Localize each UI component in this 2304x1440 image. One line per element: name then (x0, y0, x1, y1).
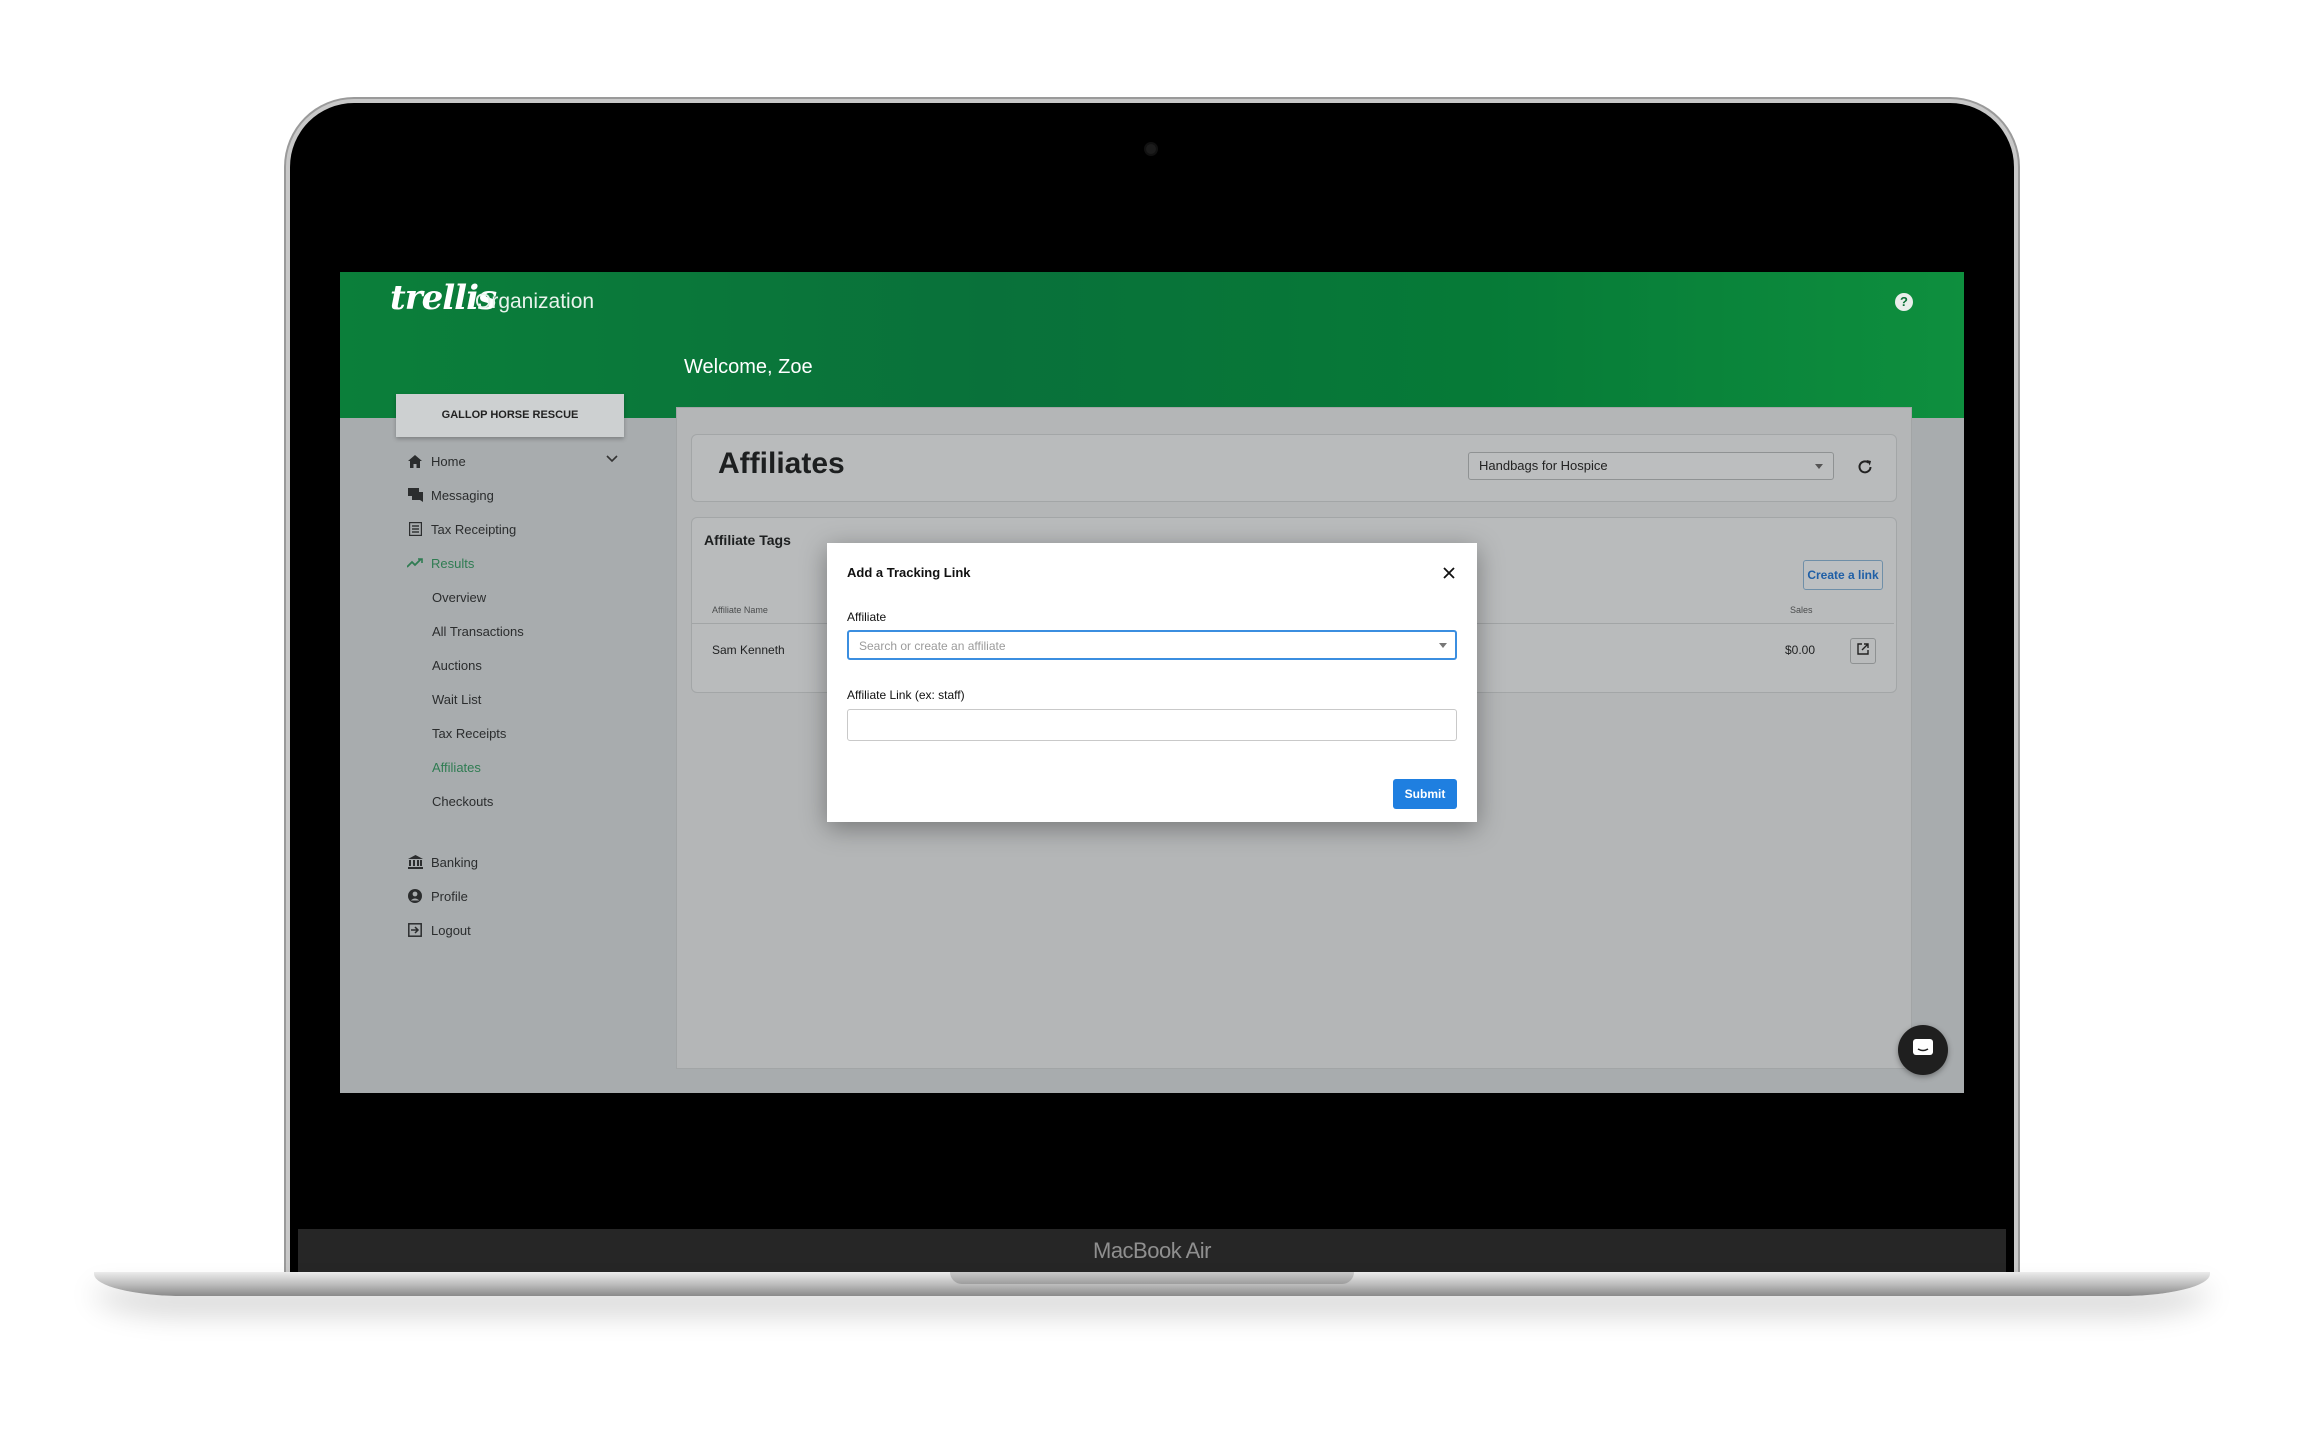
sidebar-item-results[interactable]: Results (406, 553, 474, 573)
home-icon (406, 452, 424, 470)
affiliate-search-input[interactable] (857, 633, 1421, 659)
sidebar-item-label: Profile (431, 888, 468, 904)
sidebar-item-messaging[interactable]: Messaging (406, 485, 494, 505)
sidebar-item-label: Banking (431, 854, 478, 870)
event-select-value: Handbags for Hospice (1479, 458, 1608, 473)
sidebar-item-label: Home (431, 453, 466, 469)
profile-icon (406, 887, 424, 905)
chat-launcher-button[interactable] (1898, 1025, 1948, 1075)
modal-title: Add a Tracking Link (847, 565, 971, 580)
sidebar-subitem-affiliates[interactable]: Affiliates (432, 760, 481, 775)
bank-icon (406, 853, 424, 871)
sidebar-item-banking[interactable]: Banking (406, 852, 478, 872)
chat-icon (1912, 1038, 1934, 1063)
sidebar-subitem-checkouts[interactable]: Checkouts (432, 794, 493, 809)
sidebar-item-logout[interactable]: Logout (406, 920, 471, 940)
create-link-button[interactable]: Create a link (1803, 560, 1883, 590)
sidebar-item-tax-receipting[interactable]: Tax Receipting (406, 519, 516, 539)
welcome-text: Welcome, Zoe (684, 356, 813, 378)
sidebar-subitem-overview[interactable]: Overview (432, 590, 486, 605)
external-link-icon (1857, 642, 1869, 660)
sidebar-item-home[interactable]: Home (406, 451, 466, 471)
column-header-sales: Sales (1790, 605, 1813, 615)
receipt-icon (406, 520, 424, 538)
sidebar-subitem-tax-receipts[interactable]: Tax Receipts (432, 726, 506, 741)
logout-icon (406, 921, 424, 939)
camera (1146, 144, 1156, 154)
sidebar-subitem-wait-list[interactable]: Wait List (432, 692, 481, 707)
messaging-icon (406, 486, 424, 504)
event-select[interactable]: Handbags for Hospice (1468, 452, 1834, 480)
sidebar-subitem-auctions[interactable]: Auctions (432, 658, 482, 673)
affiliate-link-label: Affiliate Link (ex: staff) (847, 688, 965, 702)
device-label: MacBook Air (1093, 1238, 1212, 1263)
tracking-link-modal: Add a Tracking Link Affiliate Affiliate … (827, 543, 1477, 822)
affiliate-label: Affiliate (847, 610, 887, 624)
column-header-affiliate-name: Affiliate Name (712, 605, 768, 615)
submit-button[interactable]: Submit (1393, 779, 1457, 809)
sidebar-subitem-all-transactions[interactable]: All Transactions (432, 624, 524, 639)
sidebar-item-label: Logout (431, 922, 471, 938)
affiliate-name-cell: Sam Kenneth (712, 643, 785, 657)
page-title: Affiliates (718, 447, 845, 480)
refresh-icon[interactable] (1856, 458, 1874, 481)
screen: trellis Organization ? Welcome, Zoe GALL… (340, 272, 1964, 1093)
sidebar-item-label: Results (431, 555, 475, 571)
caret-down-icon (1439, 643, 1447, 648)
sidebar-item-label: Messaging (431, 487, 494, 503)
close-icon[interactable] (1439, 563, 1459, 583)
help-icon[interactable]: ? (1895, 293, 1913, 311)
laptop-notch (950, 1272, 1354, 1284)
trending-icon (406, 554, 424, 572)
sidebar-item-label: Tax Receipting (431, 521, 517, 537)
affiliate-tags-title: Affiliate Tags (704, 532, 791, 548)
open-link-button[interactable] (1850, 638, 1876, 664)
affiliate-link-input[interactable] (847, 709, 1457, 741)
affiliate-select[interactable] (847, 630, 1457, 660)
affiliate-sales-cell: $0.00 (1785, 643, 1816, 657)
org-switcher-button[interactable]: GALLOP HORSE RESCUE (396, 394, 624, 437)
chevron-down-icon[interactable] (606, 450, 618, 468)
caret-down-icon (1815, 464, 1823, 469)
sidebar-item-profile[interactable]: Profile (406, 886, 468, 906)
logo-subtitle: Organization (475, 290, 595, 313)
